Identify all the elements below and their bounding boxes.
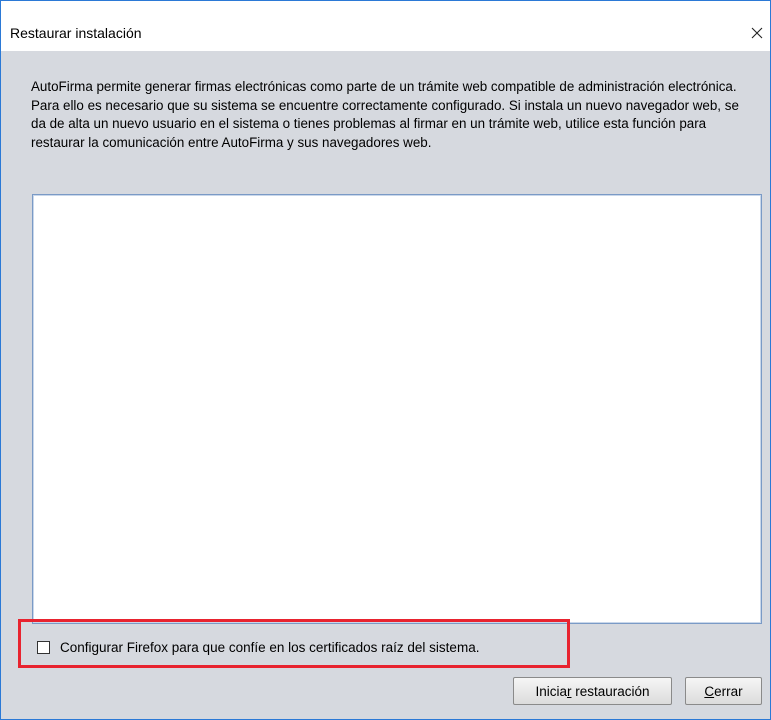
- close-button[interactable]: [744, 19, 770, 47]
- close-dialog-button-label: Cerrar: [704, 683, 743, 699]
- description-text: AutoFirma permite generar firmas electró…: [31, 79, 739, 150]
- title-bar[interactable]: Restaurar instalación: [1, 1, 770, 51]
- restore-log-textarea[interactable]: [32, 194, 762, 624]
- start-restore-button[interactable]: Iniciar restauración: [513, 677, 672, 705]
- firefox-trust-label[interactable]: Configurar Firefox para que confíe en lo…: [60, 640, 479, 655]
- close-dialog-button[interactable]: Cerrar: [685, 677, 762, 705]
- dialog-title: Restaurar instalación: [10, 25, 142, 41]
- close-icon: [751, 27, 763, 39]
- mnemonic-c: C: [704, 683, 715, 699]
- restore-installation-dialog: Restaurar instalación AutoFirma permite …: [0, 0, 771, 720]
- firefox-trust-option[interactable]: Configurar Firefox para que confíe en lo…: [37, 638, 479, 656]
- start-restore-button-label: Iniciar restauración: [535, 683, 650, 699]
- firefox-trust-checkbox[interactable]: [37, 640, 50, 654]
